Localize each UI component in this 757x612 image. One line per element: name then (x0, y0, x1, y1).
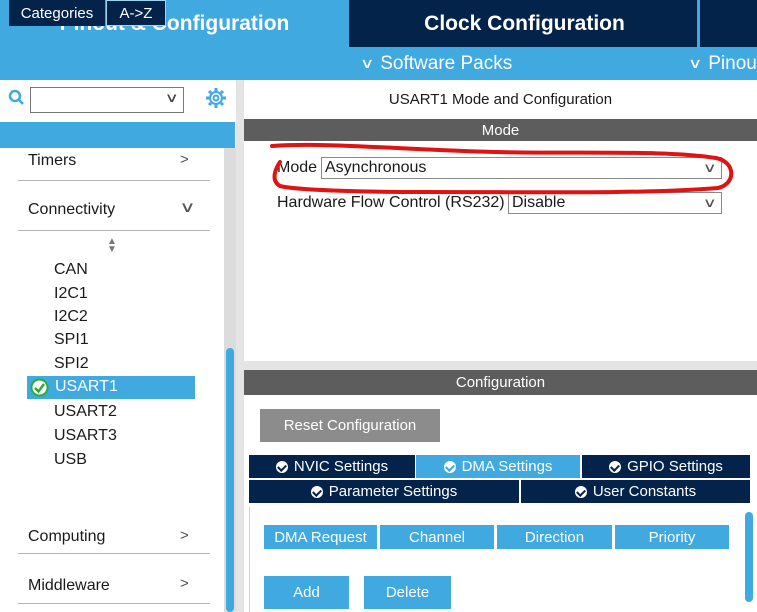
list-item-usart1[interactable]: USART1 (55, 378, 118, 396)
tab-parameter-label: Parameter Settings (328, 483, 458, 500)
list-item-spi2[interactable]: SPI2 (54, 355, 89, 373)
section-splitter[interactable] (244, 361, 757, 370)
column-header-channel[interactable]: Channel (380, 525, 494, 549)
chevron-down-icon: ∨ (359, 55, 375, 71)
tab-user-constants[interactable]: User Constants (521, 480, 750, 503)
divider (18, 553, 210, 554)
search-input[interactable]: ∨ (30, 87, 184, 113)
list-item-usart2[interactable]: USART2 (54, 403, 117, 421)
tab-gpio-label: GPIO Settings (627, 458, 723, 475)
tab-dma-settings[interactable]: DMA Settings (416, 455, 580, 478)
chevron-right-icon[interactable]: > (180, 151, 189, 168)
tab-nvic-label: NVIC Settings (293, 458, 389, 475)
column-header-direction[interactable]: Direction (497, 525, 612, 549)
divider (18, 230, 210, 231)
check-circle-icon (275, 460, 288, 473)
check-circle-icon (310, 485, 323, 498)
red-annotation-circle (270, 142, 734, 195)
panel-splitter[interactable] (236, 80, 244, 612)
column-header-dma-request[interactable]: DMA Request (264, 525, 377, 549)
search-icon[interactable] (8, 89, 26, 109)
chevron-right-icon[interactable]: > (180, 575, 189, 592)
category-tab-bar (0, 122, 235, 148)
chevron-down-icon[interactable]: ∨ (179, 198, 195, 216)
tab-overflow[interactable] (700, 0, 757, 47)
sort-icon[interactable]: ▲ ▼ (107, 237, 117, 255)
tab-clock-configuration[interactable]: Clock Configuration (352, 0, 697, 47)
check-circle-icon (609, 460, 622, 473)
divider (18, 603, 210, 604)
pinout-menu[interactable]: ∨ Pinout (687, 47, 757, 80)
category-middleware[interactable]: Middleware (28, 577, 110, 595)
check-circle-icon (443, 460, 456, 473)
delete-button[interactable]: Delete (364, 576, 451, 609)
pinout-menu-label: Pinout (708, 52, 757, 74)
check-circle-icon (30, 378, 49, 397)
tab-gpio-settings[interactable]: GPIO Settings (582, 455, 750, 478)
add-button[interactable]: Add (264, 576, 349, 609)
tab-user-constants-label: User Constants (592, 483, 697, 500)
category-connectivity[interactable]: Connectivity (28, 201, 115, 219)
list-item-usart3[interactable]: USART3 (54, 427, 117, 445)
sub-menu-bar: ∨ Software Packs ∨ Pinout (0, 47, 757, 80)
list-item-spi1[interactable]: SPI1 (54, 331, 89, 349)
column-header-priority[interactable]: Priority (615, 525, 729, 549)
software-packs-menu[interactable]: ∨ Software Packs (359, 47, 513, 80)
list-item-i2c2[interactable]: I2C2 (54, 308, 88, 326)
sidebar-scrollbar-thumb[interactable] (226, 348, 234, 612)
check-circle-icon (574, 485, 587, 498)
list-item-i2c1[interactable]: I2C1 (54, 285, 88, 303)
chevron-right-icon[interactable]: > (180, 527, 189, 544)
category-computing[interactable]: Computing (28, 528, 105, 546)
mode-section-header: Mode (244, 119, 757, 141)
software-packs-label: Software Packs (380, 52, 513, 74)
tab-a-to-z[interactable]: A->Z (106, 0, 166, 26)
tab-nvic-settings[interactable]: NVIC Settings (249, 455, 415, 478)
tab-dma-label: DMA Settings (461, 458, 553, 475)
mode-panel-title: USART1 Mode and Configuration (388, 90, 613, 108)
chevron-down-icon[interactable]: ∨ (165, 90, 179, 106)
reset-configuration-button[interactable]: Reset Configuration (260, 409, 440, 442)
category-timers[interactable]: Timers (28, 152, 76, 170)
tab-parameter-settings[interactable]: Parameter Settings (249, 480, 519, 503)
tab-categories[interactable]: Categories (9, 0, 105, 26)
list-item-can[interactable]: CAN (54, 261, 88, 279)
divider (18, 180, 210, 181)
list-item-usb[interactable]: USB (54, 451, 87, 469)
gear-icon[interactable] (205, 87, 227, 109)
config-scrollbar-thumb[interactable] (745, 512, 753, 602)
chevron-down-icon: ∨ (687, 55, 703, 71)
configuration-section-header: Configuration (244, 370, 757, 395)
